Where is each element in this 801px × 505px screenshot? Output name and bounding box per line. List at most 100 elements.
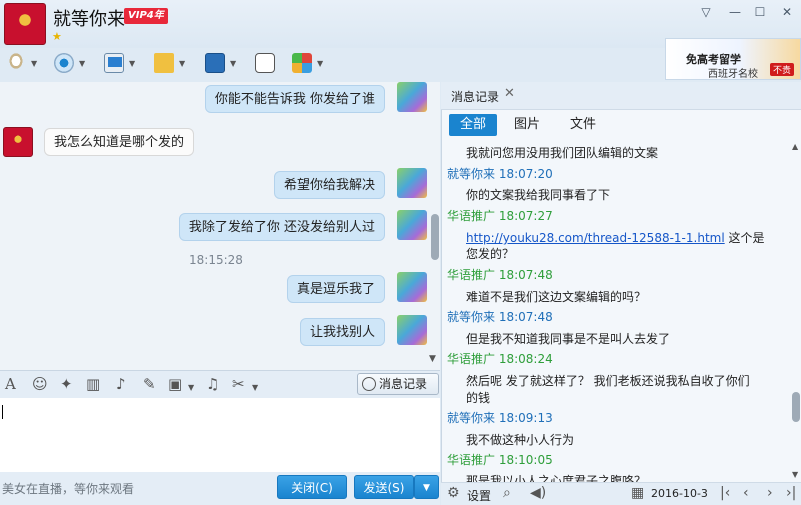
chevron-down-icon: ▼ [317, 58, 324, 68]
history-date[interactable]: 2016-10-3 [651, 487, 708, 500]
history-sender-line: 就等你来 18:07:20 [447, 167, 553, 181]
thread-link[interactable]: http://youku28.com/thread-12588-1-1.html [466, 231, 725, 245]
close-window-button[interactable]: ✕ [776, 4, 798, 20]
screenshot-scissors-icon[interactable]: ✂ [232, 376, 245, 392]
message-timestamp: 18:15:28 [189, 253, 243, 267]
sticker-avatar [397, 82, 427, 112]
close-button[interactable]: 关闭(C) [277, 475, 347, 499]
tab-all[interactable]: 全部 [449, 114, 498, 136]
chevron-down-icon[interactable]: ▼ [188, 380, 194, 396]
folder-arrow-icon [154, 53, 174, 73]
history-message: 但是我不知道我同事是不是叫人去发了 [466, 332, 671, 346]
message-bubble-out[interactable]: 你能不能告诉我 你发给了谁 [204, 85, 385, 113]
speaker-icon[interactable]: ◀) [530, 485, 546, 501]
live-stream-hint-link[interactable]: 美女在直播，等你来观看 [2, 480, 134, 497]
history-message: 我不做这种小人行为 [466, 433, 575, 447]
emoji-icon[interactable]: ☺ [32, 376, 48, 392]
prev-page-icon[interactable]: ‹ [743, 485, 749, 501]
video-clip-icon[interactable]: ▥ [86, 376, 100, 392]
voice-message-icon[interactable]: ♪ [116, 376, 126, 392]
message-bubble-out[interactable]: 真是逗乐我了 [286, 275, 385, 303]
ad-banner[interactable]: 免高考留学 西班牙名校 不贵 [665, 38, 801, 80]
sticker-avatar [397, 315, 427, 345]
group-chat-button[interactable] [255, 52, 275, 74]
chat-add-icon [255, 53, 275, 73]
history-log[interactable]: 我就问您用没用我们团队编辑的文案 就等你来 18:07:20 你的文案我给我同事… [447, 138, 791, 482]
message-input[interactable] [0, 398, 440, 472]
star-icon: ★ [52, 30, 62, 43]
video-call-button[interactable]: ▼ [54, 52, 85, 74]
send-options-icon[interactable]: ▼ [414, 475, 439, 499]
remote-desktop-button[interactable]: ▼ [104, 52, 135, 74]
tab-files[interactable]: 文件 [559, 114, 607, 136]
contact-avatar-small[interactable] [3, 127, 33, 157]
clock-icon [362, 377, 376, 391]
minimize-button[interactable]: — [724, 4, 746, 20]
scroll-down-icon[interactable]: ▼ [792, 470, 798, 479]
contact-name: 就等你来 [53, 9, 125, 30]
magic-icon[interactable]: ✦ [60, 376, 73, 392]
history-message: 难道不是我们这边文案编辑的吗？ [466, 290, 647, 304]
edit-icon[interactable]: ✎ [143, 376, 156, 392]
voice-call-button[interactable]: ▼ [6, 52, 37, 74]
menu-icon[interactable]: ▽ [695, 4, 717, 20]
chevron-down-icon: ▼ [179, 58, 186, 68]
scroll-up-icon[interactable]: ▲ [792, 142, 798, 151]
sticker-avatar [397, 272, 427, 302]
history-panel-title: 消息记录 [451, 90, 500, 104]
settings-button[interactable]: 设置 [467, 487, 491, 504]
image-icon[interactable]: ▣ [168, 376, 182, 392]
screen-icon [205, 53, 225, 73]
webcam-icon [54, 53, 74, 73]
send-file-button[interactable]: ▼ [154, 52, 185, 74]
history-sender-line: 华语推广 18:10:05 [447, 453, 553, 467]
message-bubble-out[interactable]: 我除了发给了你 还没发给别人过 [178, 213, 385, 241]
screen-share-button[interactable]: ▼ [205, 52, 236, 74]
apps-grid-icon [292, 53, 312, 73]
chevron-down-icon: ▼ [31, 58, 38, 68]
history-message: 然后呢 发了就这样了？ 我们老板还说我私自收了你们 [466, 374, 750, 388]
close-icon[interactable]: ✕ [504, 86, 515, 101]
history-sender-line: 就等你来 18:07:48 [447, 310, 553, 324]
send-button[interactable]: 发送(S) [354, 475, 414, 499]
history-message: 我就问您用没用我们团队编辑的文案 [466, 146, 659, 160]
chevron-down-icon[interactable]: ▼ [252, 380, 258, 396]
message-history-button[interactable]: 消息记录 [357, 373, 439, 395]
history-message: 你的文案我给我同事看了下 [466, 188, 611, 202]
calendar-icon[interactable]: ▦ [631, 485, 644, 501]
chevron-down-icon: ▼ [79, 58, 86, 68]
text-caret [2, 405, 3, 419]
message-bubble-out[interactable]: 希望你给我解决 [273, 171, 385, 199]
history-message: 的钱 [466, 391, 491, 405]
first-page-icon[interactable]: |‹ [720, 485, 730, 501]
apps-button[interactable]: ▼ [292, 52, 323, 74]
history-message: 您发的？ [466, 247, 515, 261]
message-bubble-in[interactable]: 我怎么知道是哪个发的 [44, 128, 195, 156]
scroll-down-icon[interactable]: ▼ [429, 354, 436, 364]
vip-badge: VIP4年 [124, 8, 168, 24]
font-icon[interactable]: A [5, 376, 16, 392]
message-bubble-out[interactable]: 让我找别人 [299, 318, 385, 346]
microphone-icon [6, 53, 26, 73]
sticker-avatar [397, 210, 427, 240]
history-scrollbar[interactable] [791, 140, 801, 480]
chevron-down-icon: ▼ [129, 58, 136, 68]
music-icon[interactable]: ♫ [206, 376, 219, 392]
gear-icon[interactable]: ⚙ [447, 485, 460, 501]
search-icon[interactable]: ⌕ [503, 485, 511, 501]
contact-avatar[interactable] [4, 3, 46, 45]
maximize-button[interactable]: ☐ [749, 4, 771, 20]
chevron-down-icon: ▼ [230, 58, 237, 68]
chat-message-area[interactable]: 你能不能告诉我 你发给了谁 我怎么知道是哪个发的 希望你给我解决 我除了发给了你… [0, 82, 440, 370]
next-page-icon[interactable]: › [767, 485, 773, 501]
history-sender-line: 就等你来 18:09:13 [447, 411, 553, 425]
history-scroll-thumb[interactable] [792, 392, 800, 422]
history-message-with-link: http://youku28.com/thread-12588-1-1.html… [447, 229, 765, 246]
last-page-icon[interactable]: ›| [786, 485, 796, 501]
chat-scroll-thumb[interactable] [431, 214, 439, 260]
history-sender-line: 华语推广 18:07:27 [447, 209, 553, 223]
tab-images[interactable]: 图片 [503, 114, 551, 136]
message-history-label: 消息记录 [379, 377, 428, 391]
history-message: 那是我以小人之心度君子之腹咯？ [466, 474, 647, 482]
history-sender-line: 华语推广 18:07:48 [447, 268, 553, 282]
